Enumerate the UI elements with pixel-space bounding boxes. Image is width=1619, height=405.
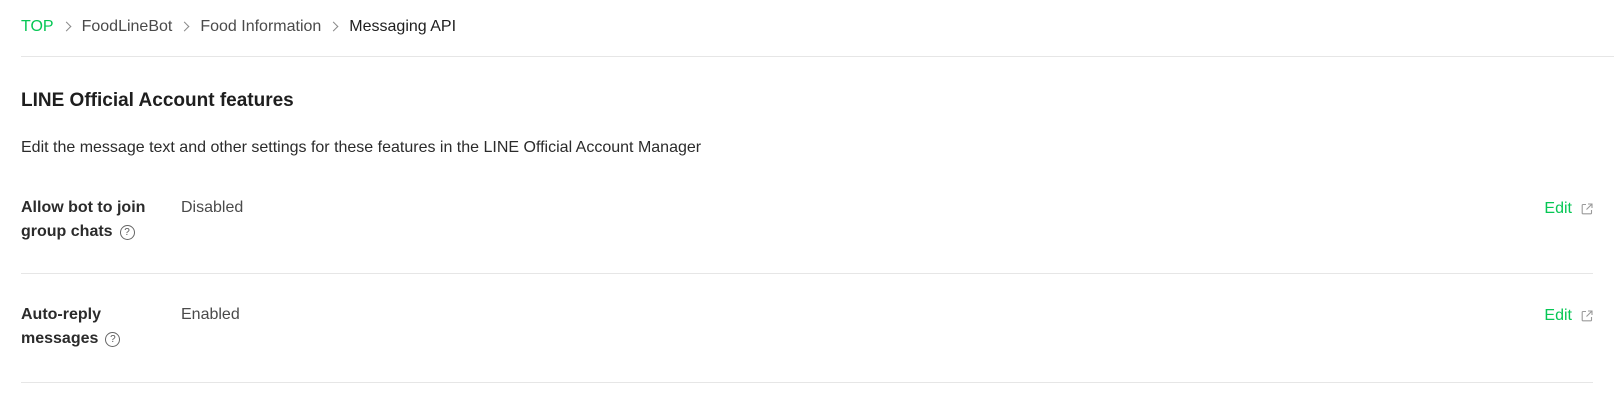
feature-status: Enabled <box>181 306 240 323</box>
feature-label: Allow bot to join group chats? <box>21 196 161 244</box>
edit-label: Edit <box>1544 200 1572 217</box>
row-divider <box>21 382 1593 383</box>
breadcrumb-current: Messaging API <box>349 18 457 35</box>
feature-label-text: Auto-reply messages <box>21 306 101 347</box>
question-circle-icon[interactable]: ? <box>119 225 135 240</box>
external-link-icon <box>1581 203 1593 215</box>
external-link-icon <box>1581 310 1593 322</box>
feature-row-group-chats: Allow bot to join group chats? Disabled … <box>21 196 1593 302</box>
page: TOP FoodLineBot Food Information Messagi… <box>0 0 1619 405</box>
section-title: LINE Official Account features <box>21 90 294 111</box>
feature-label: Auto-reply messages? <box>21 303 126 351</box>
breadcrumb-provider-link[interactable]: FoodLineBot <box>82 16 173 38</box>
chevron-right-icon <box>172 16 200 38</box>
breadcrumb: TOP FoodLineBot Food Information Messagi… <box>21 16 456 38</box>
feature-row-auto-reply: Auto-reply messages? Enabled Edit <box>21 303 1593 405</box>
edit-auto-reply-link[interactable]: Edit <box>1544 305 1593 327</box>
breadcrumb-top-link[interactable]: TOP <box>21 16 54 38</box>
header-divider <box>21 56 1614 57</box>
feature-status: Disabled <box>181 199 244 216</box>
edit-label: Edit <box>1544 307 1572 324</box>
row-divider <box>21 273 1593 274</box>
question-circle-icon[interactable]: ? <box>105 332 121 347</box>
breadcrumb-channel-link[interactable]: Food Information <box>200 16 321 38</box>
chevron-right-icon <box>54 16 82 38</box>
section-description: Edit the message text and other settings… <box>21 139 702 156</box>
edit-group-chats-link[interactable]: Edit <box>1544 198 1593 220</box>
chevron-right-icon <box>321 16 349 38</box>
